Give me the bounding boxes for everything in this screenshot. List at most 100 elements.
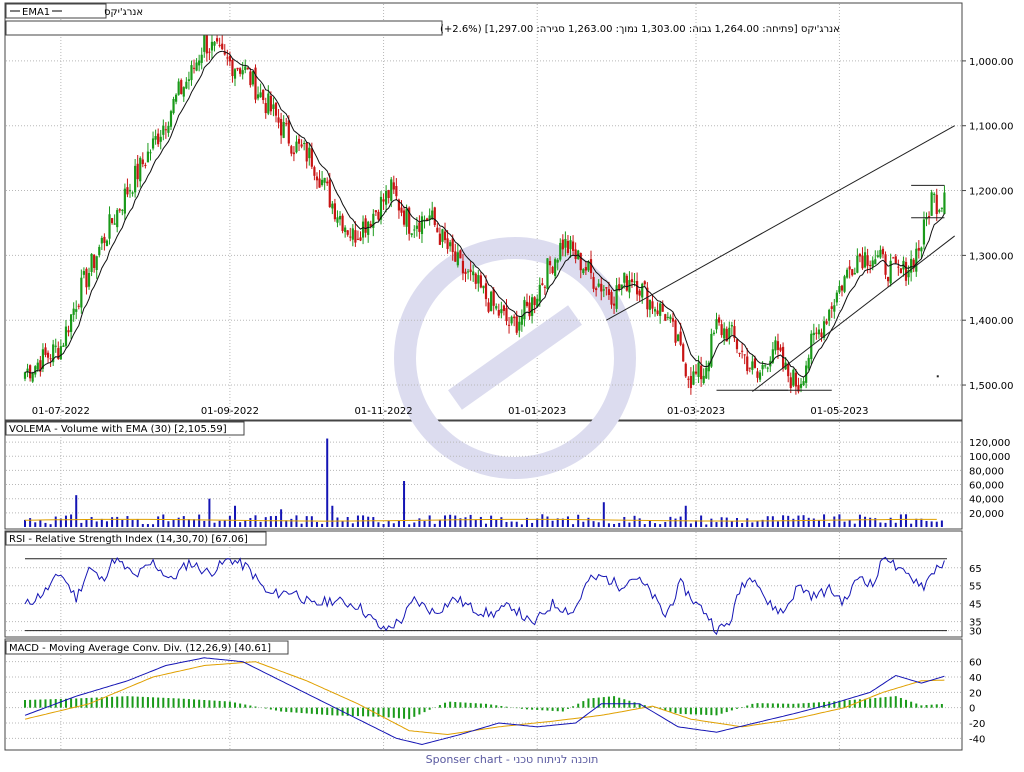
candle-body (229, 56, 231, 61)
candle-body (198, 61, 200, 66)
candle-body (275, 103, 277, 116)
candle-body (531, 297, 533, 316)
volume-bar (193, 519, 195, 527)
candle-body (121, 210, 123, 211)
macd-histogram-bar (454, 702, 456, 708)
volume-bar (721, 517, 723, 527)
macd-histogram-bar (495, 705, 497, 707)
candle-body (280, 119, 282, 135)
candle-body (306, 143, 308, 162)
candle-body (477, 275, 479, 283)
macd-histogram-bar (449, 702, 451, 708)
volume-bar (746, 518, 748, 527)
candle-body (303, 143, 305, 144)
macd-histogram-bar (777, 704, 779, 708)
candle-body (872, 260, 874, 266)
volume-bar (229, 516, 231, 527)
candle-body (321, 180, 323, 185)
volume-axis-label: 20,000 (969, 509, 1004, 520)
macd-histogram-bar (915, 704, 917, 708)
candle-body (137, 164, 139, 179)
volume-bar (931, 521, 933, 527)
x-axis-label: 01-11-2022 (354, 406, 412, 417)
candle-body (175, 95, 177, 102)
macd-histogram-bar (536, 708, 538, 710)
macd-histogram-bar (224, 701, 226, 707)
volume-bar (915, 519, 917, 527)
candle-body (744, 354, 746, 355)
rsi-axis-label: 35 (969, 618, 982, 629)
macd-histogram-bar (270, 708, 272, 710)
macd-histogram-bar (587, 698, 589, 707)
candle-body (119, 209, 121, 210)
macd-histogram-bar (121, 696, 123, 707)
candle-body (101, 238, 103, 243)
candle-body (236, 68, 238, 69)
candle-body (877, 255, 879, 257)
candle-body (695, 372, 697, 374)
price-axis-label: 1,200.00 (969, 187, 1014, 198)
macd-histogram-bar (137, 697, 139, 708)
macd-histogram-bar (716, 708, 718, 716)
candle-body (846, 270, 848, 278)
volume-bar (634, 516, 636, 527)
candle-body (562, 240, 564, 250)
volume-bar (126, 516, 128, 527)
candle-body (65, 327, 67, 346)
volume-bar (669, 517, 671, 527)
volume-bar (838, 514, 840, 527)
macd-histogram-bar (756, 703, 758, 708)
macd-histogram-bar (546, 708, 548, 711)
volume-bar (849, 520, 851, 527)
candle-body (741, 351, 743, 352)
macd-histogram-bar (203, 700, 205, 708)
volume-bar (265, 517, 267, 527)
macd-histogram-bar (531, 708, 533, 710)
macd-histogram-bar (290, 708, 292, 713)
macd-histogram-bar (444, 703, 446, 708)
volume-bar (331, 506, 333, 527)
volume-bar (792, 519, 794, 527)
x-axis-label: 01-05-2023 (810, 406, 868, 417)
candle-body (67, 330, 69, 332)
volume-bar (70, 514, 72, 527)
macd-histogram-bar (618, 698, 620, 708)
x-axis-label: 01-09-2022 (201, 406, 259, 417)
macd-histogram-bar (403, 708, 405, 719)
volume-bar (664, 522, 666, 527)
candle-body (313, 167, 315, 176)
volume-axis-label: 40,000 (969, 495, 1004, 506)
price-axis-label: 1,000.00 (969, 57, 1014, 68)
macd-histogram-bar (126, 696, 128, 708)
macd-histogram-bar (731, 708, 733, 711)
candle-body (475, 274, 477, 284)
macd-histogram-bar (111, 697, 113, 708)
candle-body (616, 285, 618, 309)
candle-body (549, 261, 551, 265)
candle-body (124, 189, 126, 214)
candle-body (498, 310, 500, 316)
candle-body (754, 358, 756, 367)
volume-bar (383, 524, 385, 527)
candle-body (687, 379, 689, 380)
volume-bar (208, 499, 210, 527)
macd-histogram-bar (905, 700, 907, 708)
macd-histogram-bar (505, 707, 507, 708)
volume-bar (85, 520, 87, 527)
candle-body (849, 266, 851, 269)
volume-bar (777, 521, 779, 527)
candle-body (188, 79, 190, 81)
candle-body (231, 60, 233, 76)
volume-bar (137, 519, 139, 527)
candle-body (626, 276, 628, 291)
candle-body (685, 364, 687, 377)
candle-body (895, 256, 897, 263)
volume-bar (546, 517, 548, 527)
macd-header: MACD - Moving Average Conv. Div. (12,26,… (9, 643, 271, 654)
volume-bar (219, 521, 221, 527)
macd-histogram-bar (608, 697, 610, 708)
rsi-header: RSI - Relative Strength Index (14,30,70)… (9, 534, 248, 545)
macd-histogram-bar (295, 708, 297, 713)
macd-histogram-bar (552, 708, 554, 711)
candle-body (459, 250, 461, 258)
